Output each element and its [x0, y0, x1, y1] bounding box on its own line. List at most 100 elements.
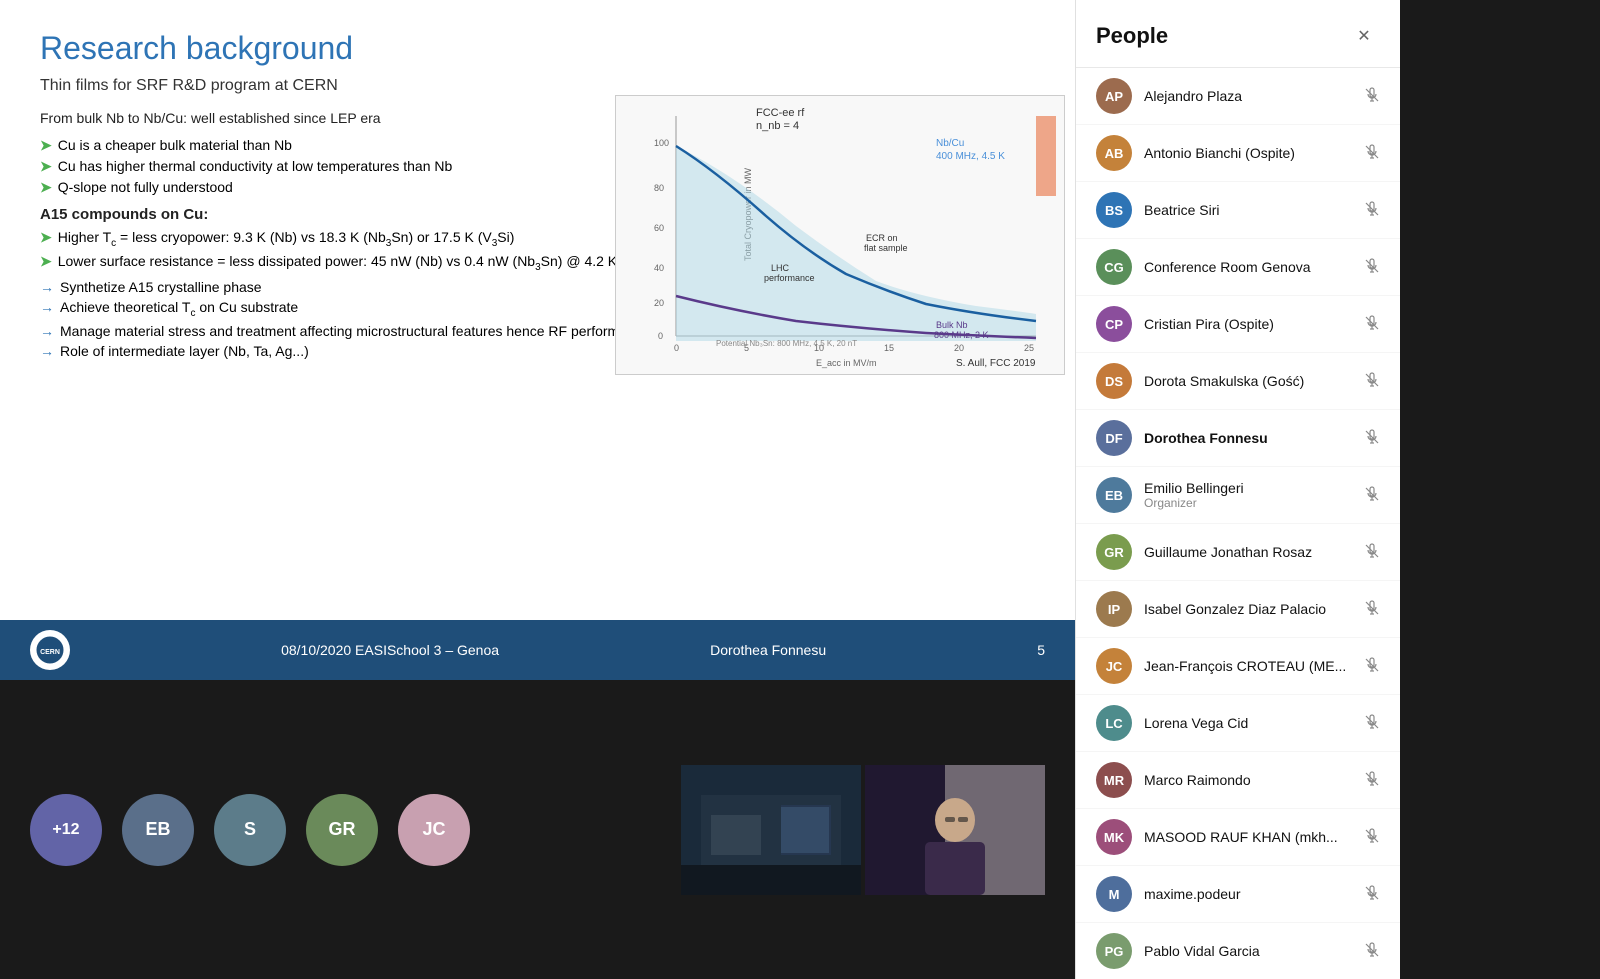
person-name: maxime.podeur [1144, 886, 1352, 902]
person-name: Pablo Vidal Garcia [1144, 943, 1352, 959]
person-list-item[interactable]: IPIsabel Gonzalez Diaz Palacio [1076, 581, 1400, 638]
person-list-item[interactable]: GRGuillaume Jonathan Rosaz [1076, 524, 1400, 581]
person-list-item[interactable]: LCLorena Vega Cid [1076, 695, 1400, 752]
person-list-item[interactable]: BS Beatrice Siri [1076, 182, 1400, 239]
person-list-item[interactable]: CPCristian Pira (Ospite) [1076, 296, 1400, 353]
bullet-icon-a15-1: ➤ [40, 229, 52, 246]
bubble-jc-label: JC [422, 819, 445, 840]
person-avatar: BS [1096, 192, 1132, 228]
bullet-text-2: Cu has higher thermal conductivity at lo… [58, 158, 453, 174]
svg-text:100: 100 [654, 138, 669, 148]
arrow-text-3: Manage material stress and treatment aff… [60, 323, 650, 339]
slide-container: Research background Thin films for SRF R… [0, 0, 1075, 680]
person-list-item[interactable]: MR Marco Raimondo [1076, 752, 1400, 809]
mute-icon[interactable] [1364, 315, 1380, 334]
arrow-icon-3: → [40, 323, 54, 339]
mute-icon[interactable] [1364, 942, 1380, 961]
person-avatar: AB [1096, 135, 1132, 171]
bullet-icon-3: ➤ [40, 179, 52, 196]
bullet-text-3: Q-slope not fully understood [58, 179, 233, 195]
mute-icon[interactable] [1364, 600, 1380, 619]
footer-page: 5 [1037, 642, 1045, 658]
bullet-icon-2: ➤ [40, 158, 52, 175]
participant-count-label: +12 [52, 821, 79, 839]
person-name: Marco Raimondo [1144, 772, 1352, 788]
person-list-item[interactable]: EB Emilio BellingeriOrganizer [1076, 467, 1400, 524]
bubble-eb-label: EB [145, 819, 170, 840]
mute-icon[interactable] [1364, 885, 1380, 904]
mute-icon[interactable] [1364, 144, 1380, 163]
person-name: Conference Room Genova [1144, 259, 1352, 275]
person-name: MASOOD RAUF KHAN (mkh... [1144, 829, 1352, 845]
mute-icon[interactable] [1364, 714, 1380, 733]
participant-bubble-s[interactable]: S [214, 794, 286, 866]
person-avatar: CG [1096, 249, 1132, 285]
person-avatar: PG [1096, 933, 1132, 969]
mute-icon[interactable] [1364, 543, 1380, 562]
mute-icon[interactable] [1364, 372, 1380, 391]
mute-icon[interactable] [1364, 258, 1380, 277]
svg-text:60: 60 [654, 223, 664, 233]
participant-bubble-jc[interactable]: JC [398, 794, 470, 866]
mute-icon[interactable] [1364, 486, 1380, 505]
slide-title: Research background [40, 30, 1035, 67]
person-name: Antonio Bianchi (Ospite) [1144, 145, 1352, 161]
mute-icon[interactable] [1364, 201, 1380, 220]
person-list-item[interactable]: DF Dorothea Fonnesu [1076, 410, 1400, 467]
mute-icon[interactable] [1364, 429, 1380, 448]
person-name: Dorothea Fonnesu [1144, 430, 1352, 446]
person-name: Guillaume Jonathan Rosaz [1144, 544, 1352, 560]
svg-text:E_acc in MV/m: E_acc in MV/m [816, 358, 877, 368]
person-avatar: AP [1096, 78, 1132, 114]
mute-icon[interactable] [1364, 87, 1380, 106]
svg-text:Bulk Nb: Bulk Nb [936, 320, 968, 330]
mute-icon[interactable] [1364, 828, 1380, 847]
person-avatar: MR [1096, 762, 1132, 798]
person-avatar: EB [1096, 477, 1132, 513]
person-avatar: DF [1096, 420, 1132, 456]
arrow-icon-1: → [40, 279, 54, 295]
svg-text:0: 0 [658, 331, 663, 341]
person-name: Beatrice Siri [1144, 202, 1352, 218]
person-name: Emilio Bellingeri [1144, 480, 1352, 496]
svg-text:FCC-ee rf: FCC-ee rf [756, 107, 805, 119]
arrow-text-1: Synthetize A15 crystalline phase [60, 279, 262, 295]
participant-count-bubble[interactable]: +12 [30, 794, 102, 866]
person-role: Organizer [1144, 496, 1352, 510]
participant-bubble-gr[interactable]: GR [306, 794, 378, 866]
video-thumb-person [865, 765, 1045, 895]
arrow-icon-4: → [40, 343, 54, 359]
svg-text:flat sample: flat sample [864, 243, 908, 253]
bubble-gr-label: GR [329, 819, 356, 840]
person-list-item[interactable]: JCJean-François CROTEAU (ME... [1076, 638, 1400, 695]
svg-text:Nb/Cu: Nb/Cu [936, 138, 964, 149]
person-list-item[interactable]: MKMASOOD RAUF KHAN (mkh... [1076, 809, 1400, 866]
person-name: Isabel Gonzalez Diaz Palacio [1144, 601, 1352, 617]
mute-icon[interactable] [1364, 657, 1380, 676]
svg-text:20: 20 [954, 343, 964, 353]
mute-icon[interactable] [1364, 771, 1380, 790]
participant-bubble-eb[interactable]: EB [122, 794, 194, 866]
person-avatar: CP [1096, 306, 1132, 342]
people-panel-close-button[interactable]: ✕ [1348, 20, 1380, 52]
svg-text:n_nb = 4: n_nb = 4 [756, 120, 799, 132]
person-list-item[interactable]: PG Pablo Vidal Garcia [1076, 923, 1400, 979]
person-avatar: M [1096, 876, 1132, 912]
person-list-item[interactable]: CG Conference Room Genova [1076, 239, 1400, 296]
svg-text:15: 15 [884, 343, 894, 353]
arrow-icon-2: → [40, 299, 54, 315]
person-list-item[interactable]: DSDorota Smakulska (Gość) [1076, 353, 1400, 410]
main-presentation-area: Research background Thin films for SRF R… [0, 0, 1075, 979]
person-name: Alejandro Plaza [1144, 88, 1352, 104]
person-list-item[interactable]: AB Antonio Bianchi (Ospite) [1076, 125, 1400, 182]
svg-text:800 MHz, 2 K: 800 MHz, 2 K [934, 330, 989, 340]
footer-presenter: Dorothea Fonnesu [710, 642, 826, 658]
person-list-item[interactable]: Mmaxime.podeur [1076, 866, 1400, 923]
svg-text:performance: performance [764, 273, 815, 283]
person-list-item[interactable]: AP Alejandro Plaza [1076, 68, 1400, 125]
slide-subtitle: Thin films for SRF R&D program at CERN [40, 77, 1035, 95]
bullet-text-1: Cu is a cheaper bulk material than Nb [58, 137, 292, 153]
people-list[interactable]: AP Alejandro Plaza AB Antonio Bianchi (Osp… [1076, 68, 1400, 979]
people-panel: People ✕ APAlejandro Plaza ABAntonio Bia… [1075, 0, 1400, 979]
close-icon: ✕ [1357, 26, 1370, 46]
